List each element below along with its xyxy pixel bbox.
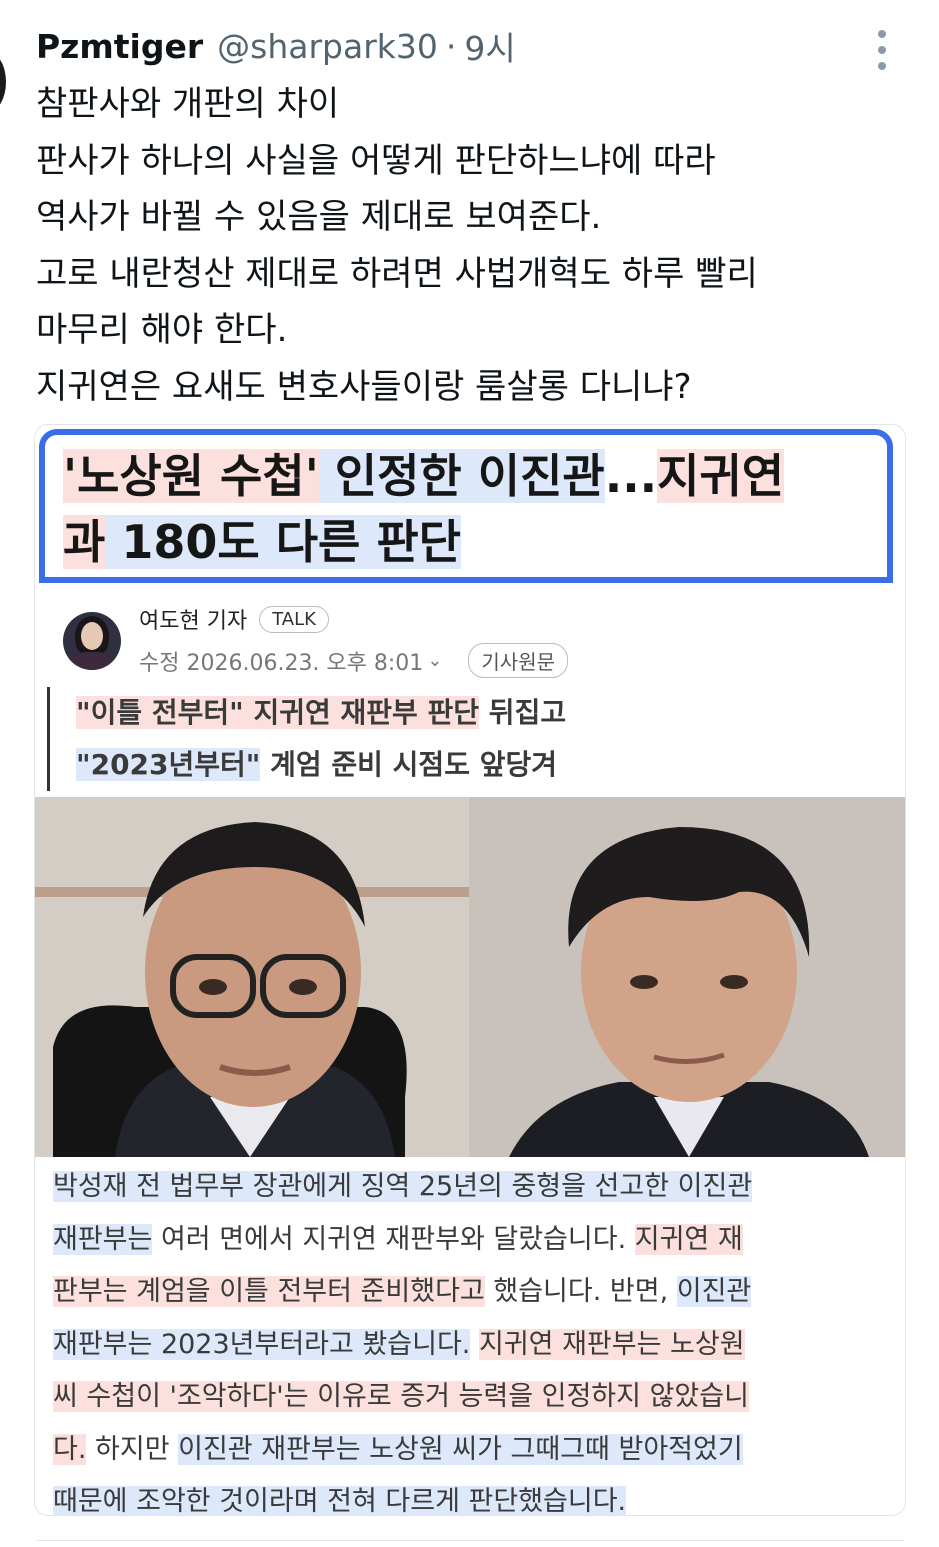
- reporter-name-row: 여도현 기자 TALK: [139, 603, 568, 635]
- article-photo: [35, 797, 905, 1157]
- reporter-photo: [63, 611, 121, 670]
- body-line: 재판부는 2023년부터라고 봤습니다. 지귀연 재판부는 노상원: [53, 1328, 745, 1360]
- more-options-icon[interactable]: [872, 30, 892, 70]
- author-avatar[interactable]: [0, 52, 6, 112]
- body-line: 판부는 계엄을 이틀 전부터 준비했다고 했습니다. 반면, 이진관: [53, 1276, 752, 1307]
- headline-highlight-red: 과: [63, 515, 106, 569]
- headline-highlight-blue: 180도 다른 판단: [105, 515, 461, 569]
- tweet-line: 마무리 해야 한다.: [36, 310, 288, 350]
- subhead-line-1: "이틀 전부터" 지귀연 재판부 판단 뒤집고: [76, 687, 566, 739]
- photo-judge-left: [35, 797, 469, 1157]
- article-body: 박성재 전 법무부 장관에게 징역 25년의 중형을 선고한 이진관 재판부는 …: [53, 1161, 893, 1516]
- subhead-line-2: "2023년부터" 계엄 준비 시점도 앞당겨: [76, 739, 566, 791]
- attached-image[interactable]: '노상원 수첩' 인정한 이진관...지귀연 과 180도 다른 판단 여도현 …: [34, 424, 906, 1516]
- subhead-text: 뒤집고: [479, 696, 567, 729]
- reporter-date-row: 수정 2026.06.23. 오후 8:01 ⌄ 기사원문: [139, 643, 569, 678]
- subhead-text: 계엄 준비 시점도 앞당겨: [260, 748, 557, 781]
- tweet-line: 참판사와 개판의 차이: [36, 84, 340, 124]
- article-subhead: "이틀 전부터" 지귀연 재판부 판단 뒤집고 "2023년부터" 계엄 준비 …: [47, 687, 566, 791]
- more-dot: [878, 30, 886, 38]
- author-name[interactable]: Pzmtiger: [36, 27, 203, 66]
- author-handle[interactable]: @sharpark30: [217, 27, 438, 66]
- headline-line-2: 과 180도 다른 판단: [63, 509, 869, 575]
- more-dot: [878, 46, 886, 54]
- talk-badge: TALK: [259, 605, 329, 633]
- tweet-header: Pzmtiger @sharpark30 · 9시: [36, 22, 516, 70]
- subhead-highlight-red: "이틀 전부터" 지귀연 재판부 판단: [76, 696, 480, 729]
- reporter-info: 여도현 기자 TALK 수정 2026.06.23. 오후 8:01 ⌄ 기사원…: [139, 603, 569, 678]
- reporter-name: 여도현 기자: [139, 609, 248, 634]
- subhead-highlight-blue: "2023년부터": [76, 748, 261, 781]
- tweet-line: 역사가 바뀔 수 있음을 제대로 보여준다.: [36, 197, 602, 237]
- body-line: 재판부는 여러 면에서 지귀연 재판부와 달랐습니다. 지귀연 재: [53, 1223, 743, 1255]
- headline-highlight-red: 지귀연: [657, 449, 785, 503]
- headline-highlight-red: '노상원 수첩': [63, 449, 319, 503]
- tweet-line: 판사가 하나의 사실을 어떻게 판단하느냐에 따라: [36, 140, 716, 181]
- more-dot: [878, 62, 886, 70]
- body-line: 박성재 전 법무부 장관에게 징역 25년의 중형을 선고한 이진관: [53, 1171, 753, 1202]
- chevron-down-icon: ⌄: [427, 650, 443, 671]
- separator-dot: ·: [445, 26, 457, 66]
- tweet-text: 참판사와 개판의 차이 판사가 하나의 사실을 어떻게 판단하느냐에 따라 역사…: [36, 76, 916, 415]
- headline-line-1: '노상원 수첩' 인정한 이진관...지귀연: [63, 443, 869, 509]
- headline-ellipsis: ...: [604, 449, 658, 503]
- original-article-badge: 기사원문: [468, 643, 569, 678]
- reporter-byline: 여도현 기자 TALK 수정 2026.06.23. 오후 8:01 ⌄ 기사원…: [63, 603, 569, 678]
- photo-judge-right: [469, 797, 905, 1157]
- headline-highlight-blue: 인정한 이진관: [318, 449, 605, 503]
- article-headline: '노상원 수첩' 인정한 이진관...지귀연 과 180도 다른 판단: [39, 429, 893, 583]
- body-line: 씨 수첩이 '조악하다'는 이유로 증거 능력을 인정하지 않았습니: [53, 1381, 749, 1412]
- tweet-line: 지귀연은 요새도 변호사들이랑 룸살롱 다니냐?: [36, 366, 692, 407]
- modified-date: 수정 2026.06.23. 오후 8:01: [139, 650, 424, 676]
- tweet-line: 고로 내란청산 제대로 하려면 사법개혁도 하루 빨리: [36, 253, 758, 294]
- divider: [36, 1540, 904, 1541]
- tweet-time[interactable]: 9시: [464, 22, 515, 70]
- body-line: 다. 하지만 이진관 재판부는 노상원 씨가 그때그때 받아적었기: [53, 1433, 743, 1465]
- body-line: 때문에 조악한 것이라며 전혀 다르게 판단했습니다.: [53, 1486, 627, 1516]
